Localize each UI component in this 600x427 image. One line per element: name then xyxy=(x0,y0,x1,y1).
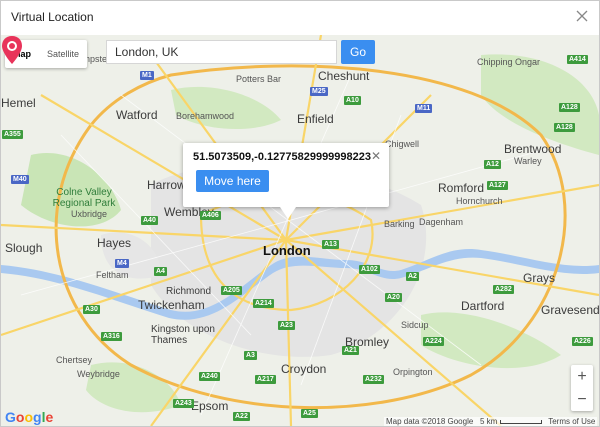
road-a23: A23 xyxy=(278,321,295,330)
road-a205: A205 xyxy=(221,286,242,295)
label-uxbridge: Uxbridge xyxy=(71,209,108,219)
label-colne-valley: Colne Valley Regional Park xyxy=(52,187,116,209)
road-a2: A2 xyxy=(406,272,419,281)
road-a128: A128 xyxy=(559,103,580,112)
label-warley: Warley xyxy=(514,156,542,166)
label-borehamwood: Borehamwood xyxy=(176,111,235,121)
popup-arrow xyxy=(280,207,296,219)
label-romford: Romford xyxy=(438,181,485,195)
label-potters-bar: Potters Bar xyxy=(236,74,282,84)
road-a226: A226 xyxy=(572,337,593,346)
road-m25: M25 xyxy=(310,87,328,96)
label-watford: Watford xyxy=(116,108,158,122)
label-sidcup: Sidcup xyxy=(401,320,429,330)
map-type-satellite-button[interactable]: Satellite xyxy=(39,40,87,68)
road-a10: A10 xyxy=(344,96,361,105)
road-a40: A40 xyxy=(141,216,158,225)
scale-bar xyxy=(499,419,542,424)
label-harrow: Harrow xyxy=(147,178,186,192)
road-a316: A316 xyxy=(101,332,122,341)
label-hemel: Hemel xyxy=(1,96,36,110)
road-a414: A414 xyxy=(567,55,588,64)
map-attribution: Map data ©2018 Google 5 km Terms of Use xyxy=(384,417,598,426)
label-orpington: Orpington xyxy=(393,367,433,377)
label-chipping-ongar: Chipping Ongar xyxy=(477,57,541,67)
road-a13: A13 xyxy=(322,240,339,249)
road-m1: M1 xyxy=(140,71,154,80)
road-a217: A217 xyxy=(255,375,276,384)
location-search-input[interactable] xyxy=(106,40,337,64)
road-a240: A240 xyxy=(199,372,220,381)
road-a214: A214 xyxy=(253,299,274,308)
google-logo: Google xyxy=(5,409,54,425)
road-a4: A4 xyxy=(154,267,167,276)
road-a30: A30 xyxy=(83,305,100,314)
window-title: Virtual Location xyxy=(11,10,94,24)
road-a282: A282 xyxy=(493,285,514,294)
label-barking: Barking xyxy=(384,219,415,229)
coordinates-text: 51.5073509,-0.12775829999998223 xyxy=(193,151,372,163)
label-slough: Slough xyxy=(5,241,43,255)
close-icon[interactable] xyxy=(575,9,589,23)
zoom-in-button[interactable]: + xyxy=(571,365,593,388)
label-grays: Grays xyxy=(523,271,556,285)
label-chigwell: Chigwell xyxy=(385,139,420,149)
label-enfield: Enfield xyxy=(297,112,334,126)
road-a22: A22 xyxy=(233,412,250,421)
label-kingston: Kingston upon Thames xyxy=(151,324,215,346)
label-dartford: Dartford xyxy=(461,299,505,313)
label-epsom: Epsom xyxy=(191,399,229,413)
label-brentwood: Brentwood xyxy=(504,142,562,156)
road-a224: A224 xyxy=(423,337,444,346)
move-here-button[interactable]: Move here xyxy=(196,170,269,192)
label-hornchurch: Hornchurch xyxy=(456,196,503,206)
zoom-control: + − xyxy=(571,365,593,411)
label-cheshunt: Cheshunt xyxy=(318,69,370,83)
label-twickenham: Twickenham xyxy=(138,298,205,312)
road-a102: A102 xyxy=(359,265,380,274)
map-canvas[interactable]: London Watford Enfield Cheshunt Brentwoo… xyxy=(1,35,599,426)
label-chertsey: Chertsey xyxy=(56,355,93,365)
location-popup: 51.5073509,-0.12775829999998223 ✕ Move h… xyxy=(183,143,389,219)
road-a243: A243 xyxy=(173,399,194,408)
label-london: London xyxy=(263,243,311,258)
terms-link[interactable]: Terms of Use xyxy=(548,417,595,426)
label-gravesend: Gravesend xyxy=(541,303,599,317)
road-a21: A21 xyxy=(342,346,359,355)
road-a128-2: A128 xyxy=(554,123,575,132)
popup-close-icon[interactable]: ✕ xyxy=(371,149,381,163)
road-a3: A3 xyxy=(244,351,257,360)
road-a355: A355 xyxy=(2,130,23,139)
label-dagenham: Dagenham xyxy=(419,217,464,227)
road-m40: M40 xyxy=(11,175,29,184)
road-m11: M11 xyxy=(415,104,433,113)
label-hayes: Hayes xyxy=(97,236,132,250)
zoom-out-button[interactable]: − xyxy=(571,388,593,411)
label-feltham: Feltham xyxy=(96,270,129,280)
road-a232: A232 xyxy=(363,375,384,384)
road-a12: A12 xyxy=(484,160,501,169)
road-a127: A127 xyxy=(487,181,508,190)
map-data-text: Map data ©2018 Google xyxy=(386,417,474,426)
location-pin-icon[interactable] xyxy=(1,35,23,65)
virtual-location-window: Virtual Location London Watford Enfield … xyxy=(0,0,600,427)
scale-text: 5 km xyxy=(479,417,498,426)
label-croydon: Croydon xyxy=(281,362,327,376)
label-richmond: Richmond xyxy=(166,286,212,297)
title-bar: Virtual Location xyxy=(1,1,599,35)
road-a406: A406 xyxy=(200,211,221,220)
road-m4: M4 xyxy=(115,259,129,268)
road-a25: A25 xyxy=(301,409,318,418)
road-a20: A20 xyxy=(385,293,402,302)
label-weybridge: Weybridge xyxy=(77,369,120,379)
go-button[interactable]: Go xyxy=(341,40,375,64)
